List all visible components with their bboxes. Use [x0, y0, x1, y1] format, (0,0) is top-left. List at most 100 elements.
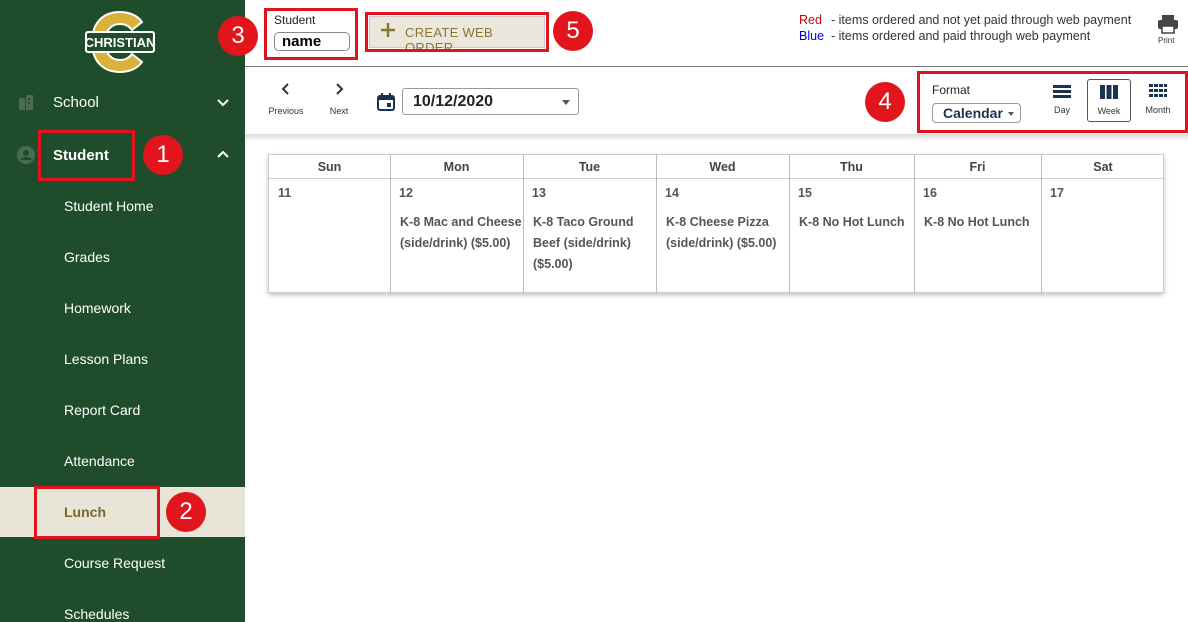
sidebar-section-school[interactable]: School [0, 80, 245, 124]
month-view-button[interactable]: Month [1136, 79, 1180, 122]
annotation-badge-3: 3 [218, 16, 258, 56]
sidebar-item-label: Lunch [64, 504, 106, 520]
chevron-up-icon [217, 150, 229, 158]
week-view-label: Week [1097, 106, 1121, 116]
day-number: 17 [1050, 186, 1064, 200]
lunch-item[interactable]: K-8 Mac and Cheese (side/drink) ($5.00) [400, 212, 525, 254]
week-view-button[interactable]: Week [1087, 79, 1131, 122]
sidebar-item-lesson-plans[interactable]: Lesson Plans [0, 334, 245, 384]
legend-color-word: Red [799, 13, 822, 27]
format-value: Calendar [943, 105, 1003, 121]
sidebar-item-student-home[interactable]: Student Home [0, 181, 245, 231]
legend-row-paid: Blue - items ordered and paid through web… [799, 29, 1090, 43]
day-header-wed: Wed [656, 155, 789, 179]
annotation-badge-4: 4 [865, 82, 905, 122]
sidebar-item-label: Lesson Plans [64, 351, 149, 367]
format-select[interactable]: Calendar [932, 103, 1021, 123]
sidebar: CHRISTIAN School Student Student Home Gr… [0, 0, 245, 622]
chevron-right-icon [336, 83, 344, 95]
day-cell-sun[interactable]: 11 [269, 179, 390, 294]
annotation-badge-5: 5 [553, 11, 593, 51]
create-web-order-label: CREATE WEB ORDER [405, 25, 493, 55]
user-circle-icon [17, 146, 35, 164]
day-number: 12 [399, 186, 413, 200]
sidebar-item-schedules[interactable]: Schedules [0, 589, 245, 622]
day-number: 13 [532, 186, 546, 200]
previous-button[interactable]: Previous [268, 82, 304, 116]
logo-text: CHRISTIAN [85, 35, 156, 50]
sidebar-item-label: Schedules [64, 606, 130, 622]
legend-color-word: Blue [799, 29, 825, 43]
sidebar-item-lunch[interactable]: Lunch [0, 487, 245, 537]
month-view-label: Month [1145, 105, 1171, 115]
app: CHRISTIAN School Student Student Home Gr… [0, 0, 1188, 622]
sidebar-item-label: Attendance [64, 453, 135, 469]
next-label: Next [329, 106, 349, 116]
day-cell-thu[interactable]: 15 K-8 No Hot Lunch [789, 179, 914, 294]
student-select[interactable]: name [274, 32, 350, 51]
christian-logo: CHRISTIAN [85, 10, 156, 74]
calendar-icon[interactable] [376, 92, 396, 112]
legend-text: - items ordered and not yet paid through… [831, 13, 1132, 27]
day-header-sun: Sun [269, 155, 390, 179]
sidebar-item-label: Report Card [64, 402, 141, 418]
create-web-order-button[interactable]: CREATE WEB ORDER [369, 16, 545, 55]
annotation-badge-1: 1 [143, 135, 183, 175]
previous-label: Previous [268, 106, 304, 116]
sidebar-section-student[interactable]: Student [0, 133, 245, 177]
day-header-tue: Tue [523, 155, 656, 179]
day-header-fri: Fri [914, 155, 1041, 179]
sidebar-item-label: Grades [64, 249, 110, 265]
chevron-left-icon [281, 83, 289, 95]
day-view-icon [1053, 85, 1071, 98]
day-view-button[interactable]: Day [1040, 79, 1084, 122]
sidebar-item-label: Course Request [64, 555, 166, 571]
day-cell-sat[interactable]: 17 [1041, 179, 1165, 294]
lunch-item[interactable]: K-8 Cheese Pizza (side/drink) ($5.00) [666, 212, 786, 254]
print-label[interactable]: Print [1158, 36, 1174, 45]
day-header-sat: Sat [1041, 155, 1165, 179]
header-divider [245, 66, 1188, 67]
plus-icon [381, 23, 395, 37]
building-icon [19, 95, 33, 110]
legend-row-unpaid: Red - items ordered and not yet paid thro… [799, 13, 1131, 27]
day-header-thu: Thu [789, 155, 914, 179]
dropdown-arrow-icon [562, 100, 570, 105]
date-picker[interactable]: 10/12/2020 [402, 88, 579, 115]
day-cell-tue[interactable]: 13 K-8 Taco Ground Beef (side/drink) ($5… [523, 179, 656, 294]
date-value: 10/12/2020 [413, 92, 494, 110]
legend-text: - items ordered and paid through web pay… [831, 29, 1091, 43]
day-header-mon: Mon [390, 155, 523, 179]
next-button[interactable]: Next [326, 82, 352, 116]
sidebar-section-label: School [53, 93, 99, 111]
toolbar-shadow [245, 134, 1188, 140]
sidebar-item-homework[interactable]: Homework [0, 283, 245, 333]
day-cell-fri[interactable]: 16 K-8 No Hot Lunch [914, 179, 1041, 294]
lunch-item[interactable]: K-8 No Hot Lunch [924, 212, 1049, 233]
week-view-icon [1100, 85, 1118, 99]
day-number: 16 [923, 186, 937, 200]
sidebar-item-label: Homework [64, 300, 131, 316]
sidebar-item-grades[interactable]: Grades [0, 232, 245, 282]
day-view-label: Day [1053, 105, 1070, 115]
sidebar-section-label: Student [53, 146, 109, 164]
day-number: 15 [798, 186, 812, 200]
day-cell-wed[interactable]: 14 K-8 Cheese Pizza (side/drink) ($5.00) [656, 179, 789, 294]
student-label: Student [274, 13, 316, 27]
day-cell-mon[interactable]: 12 K-8 Mac and Cheese (side/drink) ($5.0… [390, 179, 523, 294]
lunch-item[interactable]: K-8 Taco Ground Beef (side/drink) ($5.00… [533, 212, 638, 275]
chevron-down-icon [217, 99, 229, 107]
sidebar-item-report-card[interactable]: Report Card [0, 385, 245, 435]
day-number: 11 [278, 186, 292, 200]
sidebar-item-course-request[interactable]: Course Request [0, 538, 245, 588]
printer-icon[interactable] [1157, 14, 1179, 34]
format-label: Format [932, 83, 971, 97]
lunch-item[interactable]: K-8 No Hot Lunch [799, 212, 924, 233]
sidebar-item-attendance[interactable]: Attendance [0, 436, 245, 486]
annotation-badge-2: 2 [166, 492, 206, 532]
dropdown-arrow-icon [1008, 112, 1014, 116]
week-calendar: Sun Mon Tue Wed Thu Fri Sat 11 12 K-8 Ma… [268, 154, 1165, 294]
month-view-icon [1149, 84, 1167, 97]
sidebar-item-label: Student Home [64, 198, 154, 214]
day-number: 14 [665, 186, 679, 200]
